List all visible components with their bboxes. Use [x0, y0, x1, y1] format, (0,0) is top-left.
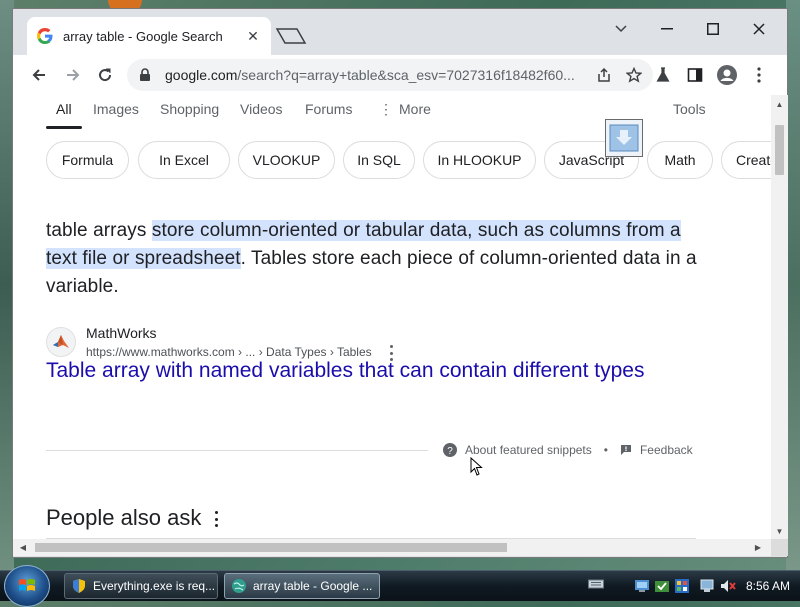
snippet-prefix: table arrays: [46, 220, 152, 241]
shield-icon: [71, 578, 87, 594]
url-host: google.com: [165, 67, 238, 83]
tab-all[interactable]: All: [56, 101, 72, 117]
separator-dot: •: [603, 443, 608, 457]
back-button[interactable]: [25, 61, 53, 89]
tab-forums[interactable]: Forums: [305, 101, 352, 117]
page-content: All Images Shopping Videos Forums ⋮ More …: [13, 95, 771, 539]
volume-muted-icon[interactable]: [720, 578, 736, 594]
taskbar: Everything.exe is req... array table - G…: [0, 565, 800, 607]
side-panel-icon[interactable]: [683, 63, 707, 87]
bookmark-star-icon[interactable]: [623, 64, 645, 86]
mouse-cursor-icon: [470, 456, 484, 477]
svg-text:?: ?: [447, 446, 453, 457]
new-tab-button[interactable]: [275, 27, 307, 45]
taskbar-item-label: array table - Google ...: [253, 579, 373, 593]
tab-search-chevron-icon[interactable]: [601, 15, 641, 43]
scroll-right-arrow-icon[interactable]: ▶: [753, 542, 763, 552]
taskbar-item-browser[interactable]: array table - Google ...: [224, 573, 380, 599]
browser-menu-icon[interactable]: [747, 63, 771, 87]
chip-create[interactable]: Create: [721, 141, 771, 179]
network-tray-icon[interactable]: [634, 578, 650, 594]
lab-flask-icon[interactable]: [651, 63, 675, 87]
profile-avatar-icon[interactable]: [715, 63, 739, 87]
start-button[interactable]: [4, 565, 50, 607]
reload-button[interactable]: [91, 61, 119, 89]
tab-images[interactable]: Images: [93, 101, 139, 117]
about-featured-snippets-link[interactable]: About featured snippets: [465, 443, 592, 457]
taskbar-item-everything[interactable]: Everything.exe is req...: [64, 573, 218, 599]
active-tab-indicator: [46, 126, 82, 129]
close-window-button[interactable]: [739, 15, 779, 43]
forward-button[interactable]: [59, 61, 87, 89]
help-question-icon[interactable]: ?: [443, 443, 457, 457]
system-tray: 8:56 AM: [587, 571, 800, 601]
security-check-icon[interactable]: [654, 578, 670, 594]
mathworks-logo-icon: [46, 327, 76, 357]
browser-tab[interactable]: array table - Google Search ✕: [27, 17, 271, 55]
source-site-name: MathWorks: [86, 325, 157, 341]
chip-math[interactable]: Math: [647, 141, 713, 179]
minimize-button[interactable]: [647, 15, 687, 43]
url-path: /search?q=array+table&sca_esv=7027316f18…: [237, 67, 575, 83]
title-bar: array table - Google Search ✕: [13, 9, 787, 55]
feedback-icon[interactable]: [620, 444, 632, 456]
featured-snippet-text: table arrays store column-oriented or ta…: [46, 217, 706, 301]
chip-vlookup[interactable]: VLOOKUP: [238, 141, 335, 179]
feedback-link[interactable]: Feedback: [640, 443, 693, 457]
app-tray-icon[interactable]: [674, 578, 690, 594]
scroll-up-arrow-icon[interactable]: ▲: [775, 100, 784, 109]
taskbar-clock[interactable]: 8:56 AM: [746, 579, 790, 593]
address-bar[interactable]: google.com/search?q=array+table&sca_esv=…: [127, 59, 653, 91]
people-also-ask-heading: People also ask: [46, 505, 202, 530]
chip-in-hlookup[interactable]: In HLOOKUP: [423, 141, 536, 179]
vertical-scroll-thumb[interactable]: [775, 125, 784, 175]
share-icon[interactable]: [593, 64, 615, 86]
google-icon: [37, 28, 53, 44]
maximize-button[interactable]: [693, 15, 733, 43]
browser-globe-icon: [231, 578, 247, 594]
download-arrow-icon[interactable]: [605, 119, 643, 157]
paa-options-icon[interactable]: [213, 511, 219, 527]
result-title-link[interactable]: Table array with named variables that ca…: [46, 357, 666, 385]
url-text[interactable]: google.com/search?q=array+table&sca_esv=…: [165, 67, 593, 83]
chip-formula[interactable]: Formula: [46, 141, 129, 179]
keyboard-icon[interactable]: [587, 578, 604, 594]
vertical-scrollbar[interactable]: ▲ ▼: [771, 95, 788, 539]
lock-icon[interactable]: [139, 68, 153, 82]
horizontal-scroll-thumb[interactable]: [35, 543, 507, 552]
scroll-down-arrow-icon[interactable]: ▼: [775, 527, 784, 536]
search-tabs: All Images Shopping Videos Forums ⋮ More …: [13, 95, 771, 129]
tab-videos[interactable]: Videos: [240, 101, 283, 117]
browser-toolbar: google.com/search?q=array+table&sca_esv=…: [13, 55, 787, 95]
close-tab-icon[interactable]: ✕: [245, 28, 261, 44]
tab-more-label: More: [399, 101, 431, 117]
tab-title: array table - Google Search: [63, 28, 223, 44]
tab-more[interactable]: ⋮ More: [379, 101, 431, 118]
display-monitor-icon[interactable]: [700, 578, 716, 594]
desktop-background-right: [786, 0, 800, 570]
windows-logo-icon: [19, 579, 35, 591]
more-dots-icon: ⋮: [379, 101, 393, 117]
chip-in-excel[interactable]: In Excel: [138, 141, 230, 179]
scroll-left-arrow-icon[interactable]: ◀: [18, 542, 28, 552]
taskbar-item-label: Everything.exe is req...: [93, 579, 216, 593]
tab-shopping[interactable]: Shopping: [160, 101, 219, 117]
tools-button[interactable]: Tools: [673, 101, 706, 117]
browser-window: array table - Google Search ✕ google.com…: [12, 8, 788, 558]
divider: [46, 450, 428, 451]
chip-in-sql[interactable]: In SQL: [343, 141, 415, 179]
horizontal-scrollbar[interactable]: ◀ ▶: [13, 539, 771, 556]
scrollbar-corner: [771, 539, 788, 556]
